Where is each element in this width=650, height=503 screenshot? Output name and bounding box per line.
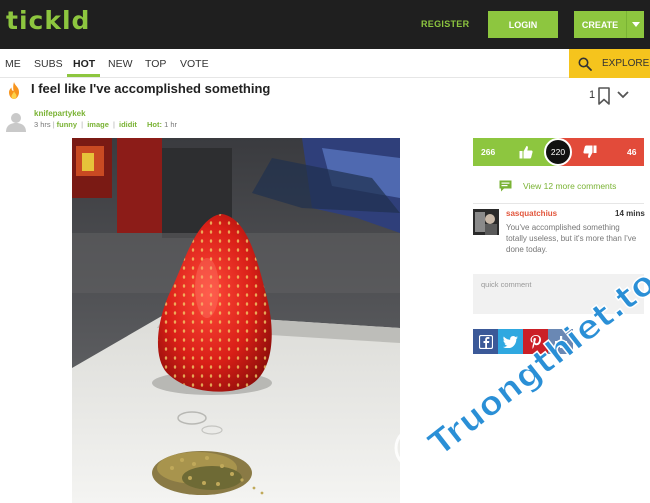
commenter-avatar[interactable] <box>473 209 499 235</box>
more-share-button[interactable] <box>548 329 573 354</box>
chevron-down-icon <box>631 22 640 27</box>
comment-time: 14 mins <box>615 209 645 218</box>
quick-comment-placeholder: quick comment <box>481 280 532 289</box>
thumbs-up-icon <box>519 146 533 159</box>
meta-separator: | <box>52 120 55 129</box>
hot-value: 1 hr <box>164 120 178 129</box>
pinterest-share-button[interactable] <box>523 329 548 354</box>
facebook-icon <box>478 334 493 349</box>
create-button-label: CREATE <box>581 19 619 30</box>
share-buttons <box>473 329 573 354</box>
post-author[interactable]: knifepartykek <box>34 109 86 118</box>
bookmark-icon[interactable] <box>597 87 611 105</box>
quick-comment-input[interactable]: quick comment <box>473 274 644 314</box>
thumbs-down-icon <box>583 145 597 158</box>
fire-icon <box>9 82 19 99</box>
vote-score: 220 <box>544 138 572 166</box>
nav-item-subs[interactable]: SUBS <box>34 58 63 70</box>
post-age: 3 hrs <box>34 120 51 129</box>
watermark-sub: truongthiet.top <box>444 435 650 463</box>
commenter-username[interactable]: sasquatchius <box>506 209 557 218</box>
explore-button[interactable]: EXPLORE <box>569 49 650 78</box>
site-logo[interactable]: tickld <box>6 6 90 35</box>
plus-share-icon <box>554 335 567 348</box>
avatar-image <box>473 209 499 235</box>
upvote-count: 266 <box>481 147 496 157</box>
strawberry-photo <box>72 138 400 503</box>
save-count: 1 <box>589 89 596 101</box>
nav-item-top[interactable]: TOP <box>145 58 166 70</box>
create-button[interactable]: CREATE <box>574 11 644 38</box>
tag-link[interactable]: ididit <box>119 120 137 129</box>
app-root: tickld REGISTER LOGIN CREATE ME SUBS HOT… <box>0 0 650 503</box>
post-meta: 3 hrs | funny | image | ididit Hot: 1 hr <box>34 120 177 129</box>
nav-item-new[interactable]: NEW <box>108 58 133 70</box>
divider <box>473 203 644 204</box>
top-bar: tickld REGISTER LOGIN CREATE <box>0 0 650 49</box>
pinterest-icon <box>530 334 541 349</box>
twitter-share-button[interactable] <box>498 329 523 354</box>
active-tab-indicator <box>67 74 100 77</box>
view-more-comments[interactable]: View 12 more comments <box>499 180 616 192</box>
tag-link[interactable]: image <box>87 120 109 129</box>
meta-separator: | <box>79 120 86 129</box>
meta-separator: | <box>110 120 117 129</box>
chevron-down-icon[interactable] <box>617 91 629 99</box>
explore-label: EXPLORE <box>602 58 650 69</box>
view-more-comments-label: View 12 more comments <box>523 181 617 191</box>
hot-label: Hot: <box>147 120 163 129</box>
comment-icon <box>499 180 512 192</box>
create-dropdown-caret[interactable] <box>626 11 644 38</box>
nav-item-hot[interactable]: HOT <box>73 58 95 70</box>
post-image[interactable] <box>72 138 400 503</box>
post-title[interactable]: I feel like I've accomplished something <box>31 81 270 96</box>
downvote-count: 46 <box>627 147 637 157</box>
comment-text: You've accomplished something totally us… <box>506 223 637 254</box>
login-button[interactable]: LOGIN <box>488 11 558 38</box>
tag-link[interactable]: funny <box>57 120 77 129</box>
facebook-share-button[interactable] <box>473 329 498 354</box>
register-link[interactable]: REGISTER <box>421 19 469 29</box>
author-avatar[interactable] <box>5 110 27 132</box>
nav-item-me[interactable]: ME <box>5 58 21 70</box>
vote-bar: 266 220 46 <box>473 138 644 166</box>
search-icon <box>578 57 592 71</box>
twitter-icon <box>503 335 518 348</box>
nav-item-vote[interactable]: VOTE <box>180 58 209 70</box>
